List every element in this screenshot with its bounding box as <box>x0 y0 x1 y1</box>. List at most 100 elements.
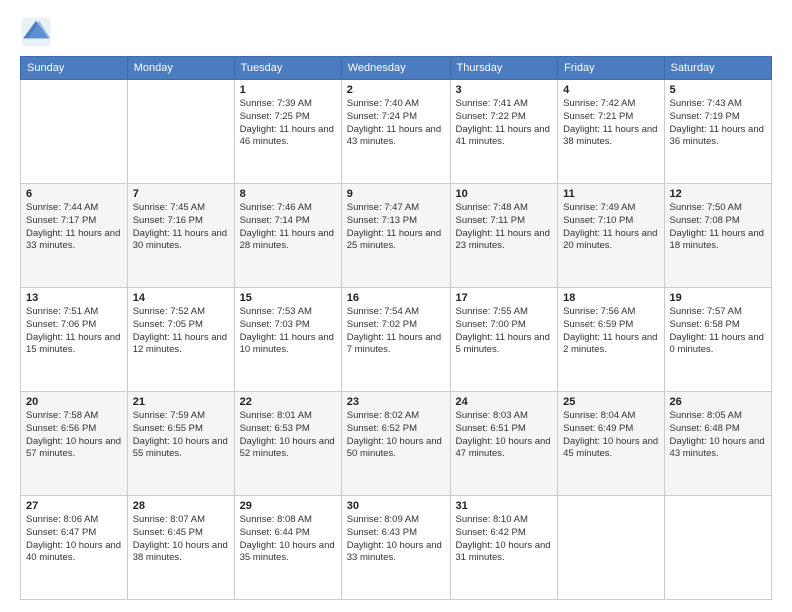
day-info: Sunrise: 7:39 AM Sunset: 7:25 PM Dayligh… <box>240 98 336 149</box>
calendar-week-2: 6 Sunrise: 7:44 AM Sunset: 7:17 PM Daylig… <box>21 184 772 288</box>
day-info: Sunrise: 7:42 AM Sunset: 7:21 PM Dayligh… <box>563 98 658 149</box>
day-number: 2 <box>347 84 445 96</box>
day-info: Sunrise: 7:41 AM Sunset: 7:22 PM Dayligh… <box>456 98 553 149</box>
calendar-cell: 21 Sunrise: 7:59 AM Sunset: 6:55 PM Dayli… <box>127 392 234 496</box>
calendar-week-5: 27 Sunrise: 8:06 AM Sunset: 6:47 PM Dayli… <box>21 496 772 600</box>
day-info: Sunrise: 8:03 AM Sunset: 6:51 PM Dayligh… <box>456 410 553 461</box>
day-number: 31 <box>456 500 553 512</box>
calendar-cell <box>664 496 771 600</box>
day-info: Sunrise: 7:48 AM Sunset: 7:11 PM Dayligh… <box>456 202 553 253</box>
day-number: 12 <box>670 188 766 200</box>
day-number: 27 <box>26 500 122 512</box>
day-number: 23 <box>347 396 445 408</box>
day-info: Sunrise: 8:08 AM Sunset: 6:44 PM Dayligh… <box>240 514 336 565</box>
day-number: 5 <box>670 84 766 96</box>
calendar-cell: 7 Sunrise: 7:45 AM Sunset: 7:16 PM Daylig… <box>127 184 234 288</box>
day-info: Sunrise: 7:45 AM Sunset: 7:16 PM Dayligh… <box>133 202 229 253</box>
logo-icon <box>20 16 52 48</box>
weekday-header-sunday: Sunday <box>21 57 128 80</box>
calendar-cell: 20Sunrise: 7:58 AM Sunset: 6:56 PM Dayli… <box>21 392 128 496</box>
weekday-header-row: SundayMondayTuesdayWednesdayThursdayFrid… <box>21 57 772 80</box>
calendar-cell: 28 Sunrise: 8:07 AM Sunset: 6:45 PM Dayli… <box>127 496 234 600</box>
calendar-cell: 15 Sunrise: 7:53 AM Sunset: 7:03 PM Dayli… <box>234 288 341 392</box>
day-number: 9 <box>347 188 445 200</box>
calendar-cell: 3 Sunrise: 7:41 AM Sunset: 7:22 PM Daylig… <box>450 80 558 184</box>
calendar-cell: 10Sunrise: 7:48 AM Sunset: 7:11 PM Dayli… <box>450 184 558 288</box>
day-number: 8 <box>240 188 336 200</box>
calendar-cell <box>558 496 664 600</box>
calendar-cell: 14 Sunrise: 7:52 AM Sunset: 7:05 PM Dayli… <box>127 288 234 392</box>
weekday-header-wednesday: Wednesday <box>341 57 450 80</box>
day-info: Sunrise: 8:07 AM Sunset: 6:45 PM Dayligh… <box>133 514 229 565</box>
calendar-cell: 13 Sunrise: 7:51 AM Sunset: 7:06 PM Dayli… <box>21 288 128 392</box>
day-number: 16 <box>347 292 445 304</box>
day-info: Sunrise: 7:59 AM Sunset: 6:55 PM Dayligh… <box>133 410 229 461</box>
day-number: 6 <box>26 188 122 200</box>
calendar-cell: 16Sunrise: 7:54 AM Sunset: 7:02 PM Dayli… <box>341 288 450 392</box>
calendar-cell: 22Sunrise: 8:01 AM Sunset: 6:53 PM Dayli… <box>234 392 341 496</box>
calendar-cell <box>21 80 128 184</box>
day-info: Sunrise: 7:40 AM Sunset: 7:24 PM Dayligh… <box>347 98 445 149</box>
day-info: Sunrise: 7:52 AM Sunset: 7:05 PM Dayligh… <box>133 306 229 357</box>
day-info: Sunrise: 8:06 AM Sunset: 6:47 PM Dayligh… <box>26 514 122 565</box>
calendar-cell: 23 Sunrise: 8:02 AM Sunset: 6:52 PM Dayli… <box>341 392 450 496</box>
calendar-cell: 27 Sunrise: 8:06 AM Sunset: 6:47 PM Dayli… <box>21 496 128 600</box>
calendar-cell: 30 Sunrise: 8:09 AM Sunset: 6:43 PM Dayli… <box>341 496 450 600</box>
day-info: Sunrise: 7:46 AM Sunset: 7:14 PM Dayligh… <box>240 202 336 253</box>
day-number: 13 <box>26 292 122 304</box>
day-info: Sunrise: 8:04 AM Sunset: 6:49 PM Dayligh… <box>563 410 658 461</box>
calendar-cell: 4 Sunrise: 7:42 AM Sunset: 7:21 PM Daylig… <box>558 80 664 184</box>
weekday-header-thursday: Thursday <box>450 57 558 80</box>
day-number: 28 <box>133 500 229 512</box>
day-info: Sunrise: 7:58 AM Sunset: 6:56 PM Dayligh… <box>26 410 122 461</box>
calendar-cell: 24 Sunrise: 8:03 AM Sunset: 6:51 PM Dayli… <box>450 392 558 496</box>
day-info: Sunrise: 7:47 AM Sunset: 7:13 PM Dayligh… <box>347 202 445 253</box>
day-info: Sunrise: 7:50 AM Sunset: 7:08 PM Dayligh… <box>670 202 766 253</box>
day-number: 30 <box>347 500 445 512</box>
calendar-week-3: 13 Sunrise: 7:51 AM Sunset: 7:06 PM Dayli… <box>21 288 772 392</box>
header <box>20 16 772 48</box>
day-number: 25 <box>563 396 658 408</box>
weekday-header-monday: Monday <box>127 57 234 80</box>
calendar-cell: 17Sunrise: 7:55 AM Sunset: 7:00 PM Dayli… <box>450 288 558 392</box>
weekday-header-saturday: Saturday <box>664 57 771 80</box>
day-info: Sunrise: 8:10 AM Sunset: 6:42 PM Dayligh… <box>456 514 553 565</box>
day-info: Sunrise: 7:49 AM Sunset: 7:10 PM Dayligh… <box>563 202 658 253</box>
day-number: 7 <box>133 188 229 200</box>
day-number: 18 <box>563 292 658 304</box>
day-info: Sunrise: 8:01 AM Sunset: 6:53 PM Dayligh… <box>240 410 336 461</box>
calendar-cell: 19Sunrise: 7:57 AM Sunset: 6:58 PM Dayli… <box>664 288 771 392</box>
day-info: Sunrise: 8:02 AM Sunset: 6:52 PM Dayligh… <box>347 410 445 461</box>
calendar-cell: 31 Sunrise: 8:10 AM Sunset: 6:42 PM Dayli… <box>450 496 558 600</box>
calendar-cell: 25 Sunrise: 8:04 AM Sunset: 6:49 PM Dayli… <box>558 392 664 496</box>
calendar: SundayMondayTuesdayWednesdayThursdayFrid… <box>20 56 772 600</box>
day-number: 24 <box>456 396 553 408</box>
weekday-header-friday: Friday <box>558 57 664 80</box>
calendar-cell: 1Sunrise: 7:39 AM Sunset: 7:25 PM Daylig… <box>234 80 341 184</box>
calendar-cell: 5 Sunrise: 7:43 AM Sunset: 7:19 PM Daylig… <box>664 80 771 184</box>
calendar-cell: 12 Sunrise: 7:50 AM Sunset: 7:08 PM Dayli… <box>664 184 771 288</box>
day-number: 4 <box>563 84 658 96</box>
day-info: Sunrise: 7:43 AM Sunset: 7:19 PM Dayligh… <box>670 98 766 149</box>
calendar-cell: 2 Sunrise: 7:40 AM Sunset: 7:24 PM Daylig… <box>341 80 450 184</box>
day-info: Sunrise: 7:53 AM Sunset: 7:03 PM Dayligh… <box>240 306 336 357</box>
day-info: Sunrise: 7:44 AM Sunset: 7:17 PM Dayligh… <box>26 202 122 253</box>
calendar-cell: 8 Sunrise: 7:46 AM Sunset: 7:14 PM Daylig… <box>234 184 341 288</box>
calendar-week-4: 20Sunrise: 7:58 AM Sunset: 6:56 PM Dayli… <box>21 392 772 496</box>
day-number: 17 <box>456 292 553 304</box>
day-number: 21 <box>133 396 229 408</box>
day-info: Sunrise: 7:51 AM Sunset: 7:06 PM Dayligh… <box>26 306 122 357</box>
day-number: 3 <box>456 84 553 96</box>
calendar-week-1: 1Sunrise: 7:39 AM Sunset: 7:25 PM Daylig… <box>21 80 772 184</box>
day-number: 26 <box>670 396 766 408</box>
day-info: Sunrise: 7:57 AM Sunset: 6:58 PM Dayligh… <box>670 306 766 357</box>
logo <box>20 16 56 48</box>
calendar-cell: 18Sunrise: 7:56 AM Sunset: 6:59 PM Dayli… <box>558 288 664 392</box>
calendar-cell: 26Sunrise: 8:05 AM Sunset: 6:48 PM Dayli… <box>664 392 771 496</box>
page: SundayMondayTuesdayWednesdayThursdayFrid… <box>0 0 792 612</box>
day-info: Sunrise: 8:09 AM Sunset: 6:43 PM Dayligh… <box>347 514 445 565</box>
day-number: 15 <box>240 292 336 304</box>
day-number: 14 <box>133 292 229 304</box>
calendar-cell: 11Sunrise: 7:49 AM Sunset: 7:10 PM Dayli… <box>558 184 664 288</box>
calendar-cell <box>127 80 234 184</box>
